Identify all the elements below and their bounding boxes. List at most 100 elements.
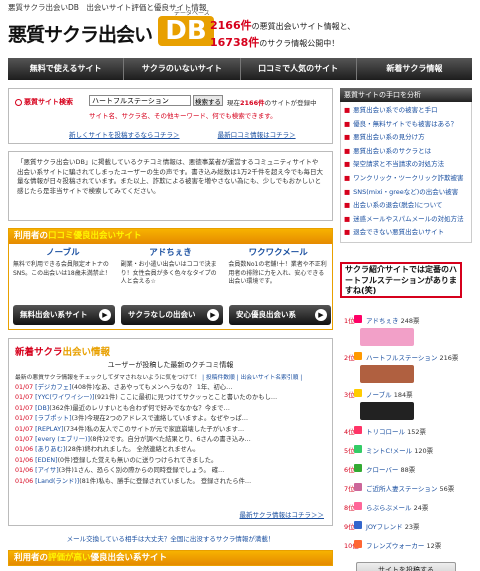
post-site-link[interactable]: 新しくサイトを投稿するならコチラ＞ — [69, 131, 180, 139]
post-site-button[interactable]: サイトを投稿する — [356, 562, 456, 571]
rank-site-name[interactable]: ご近所人妻ステーション 56票 — [366, 483, 454, 493]
rank-site-name[interactable]: JOYフレンド 23票 — [366, 521, 420, 531]
search-hint: サイト名、サクラ名、その他キーワード、何でも検索できます。 — [89, 112, 277, 120]
bullet-icon: ■ — [344, 160, 351, 169]
rank-site-name[interactable]: ミントC!メール 120票 — [366, 445, 433, 455]
sidebar-item[interactable]: ■ ワンクリック・ツークリック詐欺被害 — [344, 172, 468, 186]
sidebar-item[interactable]: ■ 悪質出会い系での被害と手口 — [344, 104, 468, 118]
rank-site-name[interactable]: らぶらぶメール 24票 — [366, 502, 428, 512]
rank-site-name[interactable]: フレンズウォーカー 12票 — [366, 540, 441, 550]
sidebar-item[interactable]: ■ 悪質出会い系のサクラとは — [344, 145, 468, 159]
stat-sites-count: 2166件 — [210, 19, 252, 32]
ranking-item[interactable]: 6位 クローバー 88票 — [340, 461, 472, 480]
nav-no-sakura[interactable]: サクラのいないサイト — [124, 58, 241, 80]
ranking-item[interactable]: 5位 ミントC!メール 120票 — [340, 442, 472, 461]
sidebar-item[interactable]: ■ 退会できない悪質出会いサイト — [344, 226, 468, 240]
rank-site-name[interactable]: クローバー 88票 — [366, 464, 415, 474]
ranking-item[interactable]: 1位 アドちぇき 248票 — [340, 312, 472, 349]
arrow-right-icon: ▶ — [207, 309, 219, 321]
rank-site-name[interactable]: ノーブル 184票 — [366, 389, 413, 399]
rank-site-name[interactable]: ハートフルステーション 216票 — [366, 352, 458, 362]
sort-bar: 最新の悪質サクラ情報をチェックしてダマされないように気をつけて！ | 投稿件数順… — [15, 375, 303, 381]
site-banner[interactable] — [360, 402, 414, 420]
list-item[interactable]: 01/06 [アイサ](3件)1さん、恐らく別の際からの同時登録でしょう。 確… — [15, 466, 326, 476]
stat-sites-text: の悪質出会いサイト情報と、 — [251, 22, 356, 31]
list-item[interactable]: 01/07 [DB](362件)最近のレリすいとも合わず何で好みでなかな？今まで… — [15, 404, 326, 414]
list-item[interactable]: 01/07 [REPLAY](734件)私の友人でこのサイトが元で家庭崩壊した子が… — [15, 425, 326, 435]
vote-count: 56票 — [439, 485, 455, 493]
site-icon — [354, 521, 362, 529]
recommended-heading: 利用者の口コミ優良出会いサイト — [9, 229, 332, 244]
list-item[interactable]: 01/06 [ありあむ](28件)終われれました。 全然連絡とれません。 — [15, 445, 326, 455]
site-icon — [354, 540, 362, 548]
sort-links[interactable]: | 投稿件数順 | 出会いサイト名索引順 | — [202, 375, 302, 381]
site-banner[interactable] — [360, 328, 414, 346]
list-item[interactable]: 01/07 [YYC(ワイワイシー)](921件) ここに最初に見つけてサクッっと… — [15, 393, 326, 403]
recommended-site-3[interactable]: ワクワクメール 会員数No1の老舗!十！業者や不正利用者の排除に力を入れ、安心で… — [224, 246, 332, 287]
list-item[interactable]: 01/07 [every (エブリー)](8件)2です。自分が調べた結果とり、6さ… — [15, 435, 326, 445]
arrow-right-icon: ▶ — [99, 309, 111, 321]
sidebar-item[interactable]: ■ 優良・無料サイトでも被害はある？ — [344, 118, 468, 132]
nav-free-sites[interactable]: 無料で使えるサイト — [8, 58, 125, 80]
ranking-item[interactable]: 4位 トリコロール 152票 — [340, 423, 472, 442]
sidebar-title: 悪質サイトの手口を分析 — [340, 88, 472, 102]
no-sakura-button[interactable]: サクラなしの出会い ▶ — [121, 305, 223, 325]
stat-sakura-count: 16738件 — [210, 36, 260, 49]
ranking-item[interactable]: 7位 ご近所人妻ステーション 56票 — [340, 480, 472, 499]
site-name[interactable]: ワクワクメール — [228, 246, 328, 258]
rank-site-name[interactable]: トリコロール 152票 — [366, 426, 426, 436]
vote-count: 248票 — [400, 317, 420, 325]
list-item[interactable]: 01/07 [ラブポット](3件)今現在2つのアドレスで連絡していますよ。なぜやっ… — [15, 414, 326, 424]
site-desc: 無料で利用できる会員限定オトナのSNS。この出会いは18歳未満禁止！ — [13, 261, 111, 277]
header-stats: 2166件の悪質出会いサイト情報と、 16738件のサクラ情報公開中！ — [210, 18, 470, 52]
sidebar-item[interactable]: ■ 悪質出会い系の見分け方 — [344, 131, 468, 145]
list-item[interactable]: 01/07 [デジカフェ](408件)なあ、さあやってもメンヘラなの？ 1年、初心… — [15, 383, 326, 393]
site-name[interactable]: ノーブル — [13, 246, 113, 258]
vote-count: 152票 — [407, 428, 426, 436]
site-name[interactable]: アドちぇき — [121, 246, 221, 258]
bullet-icon: ■ — [344, 173, 351, 182]
sidebar-item[interactable]: ■ 迷惑メールやスパムメールの対処方法 — [344, 213, 468, 227]
sidebar-list: ■ 悪質出会い系での被害と手口 ■ 優良・無料サイトでも被害はある？ ■ 悪質出会い系… — [340, 102, 472, 243]
list-item[interactable]: 01/06 [Land(ランド)](81件)私も、勝手に登録されていました。 登録… — [15, 477, 326, 487]
bullet-icon: ■ — [344, 146, 351, 155]
new-sakura-panel: 新着サクラ出会い情報 ユーザーが投稿した最新のクチコミ情報 最新の悪質サクラ情報… — [8, 338, 333, 526]
vote-count: 12票 — [426, 542, 442, 550]
footer-note[interactable]: メール交換している相手は大丈夫？全国に出没するサクラ情報が満載！ — [8, 533, 333, 543]
search-input[interactable] — [89, 95, 191, 106]
site-desc: 副業・お小遣い出会いはココで決まり！女性会員が多く色々なタイプの人と会える☆ — [120, 261, 217, 285]
more-sakura-link[interactable]: 最新サクラ情報はコチラ＞＞ — [240, 509, 325, 519]
sidebar-item[interactable]: ■ SNS(mixi・greeなど)の出会い被害 — [344, 186, 468, 200]
vote-count: 120票 — [414, 447, 434, 455]
vote-count: 216票 — [439, 354, 459, 362]
ranking-item[interactable]: 9位 JOYフレンド 23票 — [340, 518, 472, 537]
latest-review-link[interactable]: 最新口コミ情報はコチラ＞ — [218, 131, 296, 139]
rank-site-name[interactable]: アドちぇき 248票 — [366, 315, 420, 325]
bullet-icon: ■ — [344, 201, 351, 210]
bullet-icon: ■ — [344, 119, 351, 128]
registered-count-num: 2166件 — [240, 99, 265, 107]
ranking-item[interactable]: 8位 らぶらぶメール 24票 — [340, 499, 472, 518]
ranking-item[interactable]: 3位 ノーブル 184票 — [340, 386, 472, 423]
recommended-site-1[interactable]: ノーブル 無料で利用できる会員限定オトナのSNS。この出会いは18歳未満禁止！ — [9, 246, 117, 287]
sidebar-item[interactable]: ■ 出会い系の退会(脱会)について — [344, 199, 468, 213]
ranking-item[interactable]: 10位 フレンズウォーカー 12票 — [340, 537, 472, 556]
safe-sites-button[interactable]: 安心優良出会い系 ▶ — [229, 305, 331, 325]
site-desc: 会員数No1の老舗!十！業者や不正利用者の排除に力を入れ、安心できる出会い環境で… — [228, 261, 327, 285]
recommended-site-2[interactable]: アドちぇき 副業・お小遣い出会いはココで決まり！女性会員が多く色々なタイプの人と… — [117, 246, 225, 287]
ranking-item[interactable]: 2位 ハートフルステーション 216票 — [340, 349, 472, 386]
vote-count: 24票 — [413, 504, 429, 512]
bullet-icon: ■ — [344, 133, 351, 142]
bullet-icon: ■ — [344, 228, 351, 237]
site-icon — [354, 483, 362, 491]
bullet-icon: ■ — [344, 106, 351, 114]
site-banner[interactable] — [360, 365, 414, 383]
new-sakura-subtitle: ユーザーが投稿した最新のクチコミ情報 — [107, 361, 234, 369]
nav-popular[interactable]: 口コミで人気のサイト — [241, 58, 357, 80]
sidebar-item[interactable]: ■ 架空請求と不当請求の対処方法 — [344, 158, 468, 172]
logo-text: 悪質サクラ出会い — [8, 24, 153, 46]
list-item[interactable]: 01/06 [EDEN](0件)登録した覚えも無いのに送りつけられてきました。 — [15, 456, 326, 466]
search-button[interactable]: 検索する — [193, 95, 223, 106]
nav-new-sakura[interactable]: 新着サクラ情報 — [357, 58, 472, 80]
free-sites-button[interactable]: 無料出会い系サイト ▶ — [13, 305, 115, 325]
